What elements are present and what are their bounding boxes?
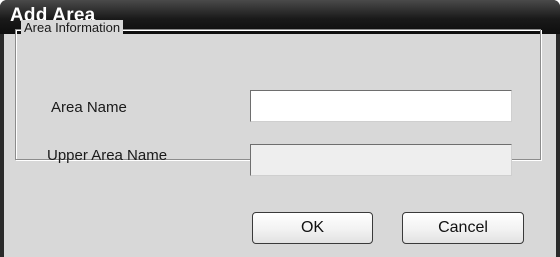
- add-area-dialog: Add Area Area Information Area Name Uppe…: [0, 0, 560, 257]
- cancel-button[interactable]: Cancel: [402, 212, 524, 244]
- upper-area-name-input[interactable]: [250, 144, 512, 176]
- group-legend: Area Information: [21, 20, 124, 35]
- area-name-input[interactable]: [250, 90, 512, 122]
- ok-button[interactable]: OK: [252, 212, 373, 244]
- area-name-label: Area Name: [51, 99, 127, 116]
- upper-area-name-label: Upper Area Name: [47, 147, 168, 164]
